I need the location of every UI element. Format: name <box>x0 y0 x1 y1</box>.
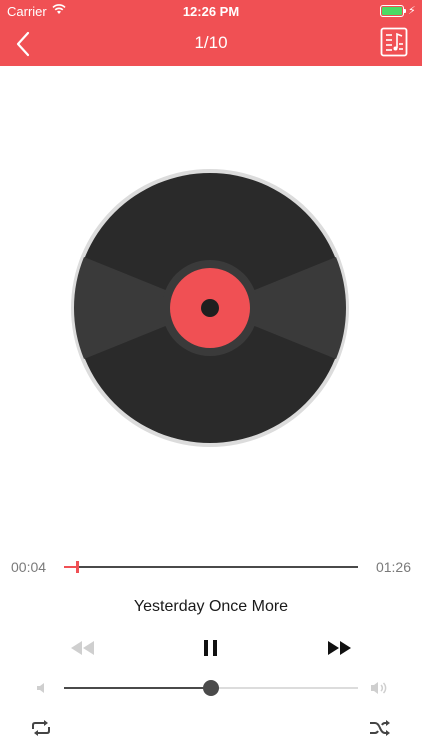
battery-icon: ⚡ <box>380 5 416 17</box>
volume-high-icon <box>371 682 387 694</box>
progress-row: 00:04 01:26 <box>0 556 422 578</box>
track-counter: 1/10 <box>194 33 228 52</box>
volume-slider[interactable] <box>64 680 358 696</box>
elapsed-time: 00:04 <box>11 559 47 575</box>
volume-low-icon <box>37 683 44 693</box>
playback-controls <box>0 634 422 662</box>
volume-thumb[interactable] <box>203 680 219 696</box>
playlist-button[interactable] <box>380 27 408 57</box>
header: Carrier 12:26 PM ⚡ 1/10 <box>0 0 422 66</box>
repeat-button[interactable] <box>30 718 52 743</box>
shuffle-icon <box>370 720 390 736</box>
progress-thumb[interactable] <box>76 561 80 573</box>
pause-button[interactable] <box>198 634 224 662</box>
total-duration: 01:26 <box>375 559 411 575</box>
previous-button[interactable] <box>68 634 96 662</box>
volume-row <box>0 676 422 700</box>
status-bar: Carrier 12:26 PM ⚡ <box>0 0 422 22</box>
repeat-icon <box>32 720 50 736</box>
song-title: Yesterday Once More <box>133 598 289 615</box>
nav-bar: 1/10 <box>0 22 422 66</box>
status-time: 12:26 PM <box>182 4 240 19</box>
progress-slider[interactable] <box>64 561 358 573</box>
rewind-icon <box>71 641 94 655</box>
volume-fill <box>64 687 211 689</box>
fast-forward-icon <box>328 641 351 655</box>
pause-icon <box>204 640 217 656</box>
charging-bolt-icon: ⚡ <box>408 5 416 17</box>
shuffle-button[interactable] <box>368 718 392 743</box>
vinyl-record-artwork <box>71 169 349 447</box>
next-button[interactable] <box>326 634 354 662</box>
playlist-icon <box>380 27 408 57</box>
